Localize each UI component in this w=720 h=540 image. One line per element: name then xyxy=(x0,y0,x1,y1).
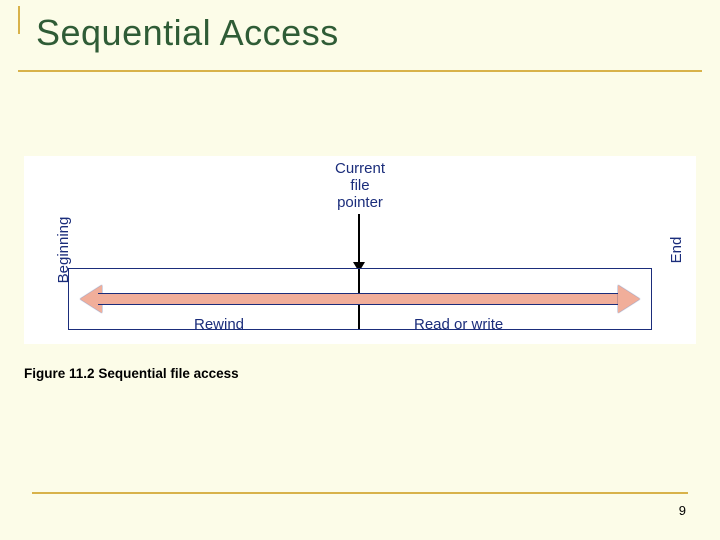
title-bar: Sequential Access xyxy=(18,6,702,72)
slide-title: Sequential Access xyxy=(36,12,339,54)
figure: Beginning End Current file pointer Rewin… xyxy=(24,156,696,344)
double-arrow-icon xyxy=(82,292,638,306)
pointer-arrow-shaft xyxy=(358,214,360,268)
figure-caption: Figure 11.2 Sequential file access xyxy=(24,366,239,381)
title-accent xyxy=(18,6,20,34)
figure-number: Figure 11.2 xyxy=(24,366,95,381)
read-or-write-label: Read or write xyxy=(414,316,503,333)
pointer-label-line1: Current xyxy=(335,160,385,177)
arrow-head-right-icon xyxy=(618,285,640,313)
pointer-label-line3: pointer xyxy=(337,194,383,211)
arrow-shaft xyxy=(98,293,622,305)
current-file-pointer-label: Current file pointer xyxy=(24,160,696,211)
end-label: End xyxy=(668,237,685,264)
figure-caption-text: Sequential file access xyxy=(98,366,238,381)
pointer-label-line2: file xyxy=(350,177,369,194)
page-number: 9 xyxy=(679,503,686,518)
rewind-label: Rewind xyxy=(194,316,244,333)
footer-rule xyxy=(32,492,688,494)
